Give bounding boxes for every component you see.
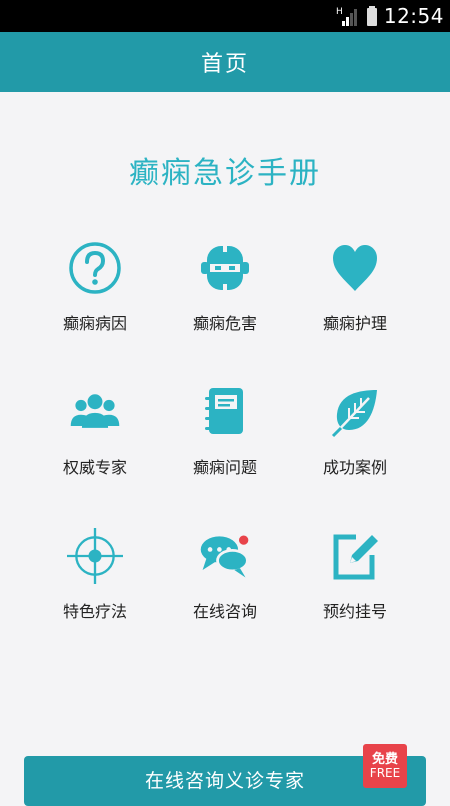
free-badge-cn: 免费 [371,751,398,767]
page-title: 首页 [200,52,249,77]
menu-item-experts[interactable]: 权威专家 [20,384,170,494]
svg-text:H: H [336,7,343,17]
menu-item-cases[interactable]: 成功案例 [280,384,430,494]
status-bar: H 12:54 [0,0,450,32]
signal-icon: H [336,7,357,26]
app-main-title: 癫痫急诊手册 [129,156,321,191]
heart-icon [327,240,383,296]
leaf-icon [327,384,383,440]
menu-item-label: 特色疗法 [62,602,127,621]
menu-item-therapy[interactable]: 特色疗法 [20,528,170,638]
consult-expert-label: 在线咨询义诊专家 [144,769,305,792]
question-circle-icon [67,240,123,296]
users-group-icon [67,384,123,440]
battery-icon [366,6,377,26]
menu-item-consult[interactable]: 在线咨询 [150,528,300,638]
menu-item-label: 癫痫护理 [322,314,387,333]
menu-item-harm[interactable]: 癫痫危害 [150,240,300,350]
menu-item-label: 癫痫病因 [62,314,127,333]
notebook-icon [197,384,253,440]
menu-item-label: 癫痫危害 [192,314,257,333]
crosshair-icon [67,528,123,584]
menu-item-label: 成功案例 [322,458,387,477]
chat-bubbles-icon [197,528,253,584]
app-header: 首页 [0,32,450,92]
free-badge: 免费 FREE [363,744,407,788]
menu-item-causes[interactable]: 癫痫病因 [20,240,170,350]
status-time: 12:54 [383,4,444,28]
edit-note-icon [327,528,383,584]
menu-item-label: 癫痫问题 [192,458,257,477]
menu-item-appointment[interactable]: 预约挂号 [280,528,430,638]
robot-face-icon [197,240,253,296]
menu-item-care[interactable]: 癫痫护理 [280,240,430,350]
menu-item-label: 权威专家 [62,458,127,477]
menu-item-label: 预约挂号 [322,602,387,621]
menu-item-questions[interactable]: 癫痫问题 [150,384,300,494]
menu-item-label: 在线咨询 [192,602,257,621]
free-badge-en: FREE [369,765,401,780]
